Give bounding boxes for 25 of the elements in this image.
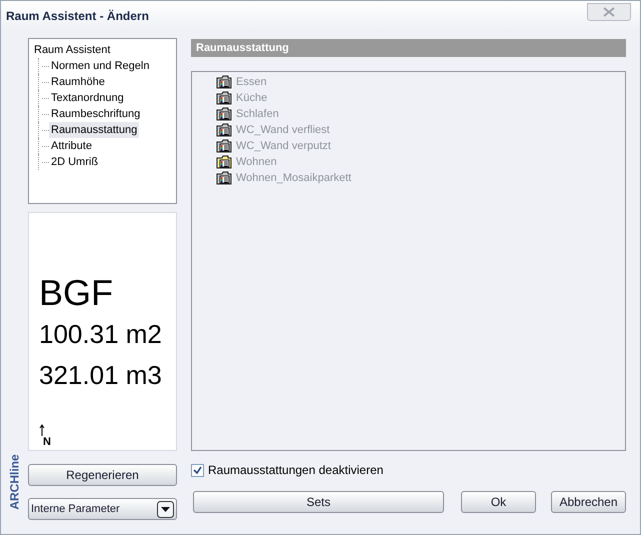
preview-text: BGF [39, 273, 114, 313]
tree-item[interactable]: Normen und Regeln [49, 58, 152, 74]
section-header: Raumausstattung [191, 39, 626, 57]
checkbox-label: Raumausstattungen deaktivieren [208, 462, 384, 479]
tree-root[interactable]: Raum Assistent [34, 42, 176, 58]
brand-label: ARCHline [6, 454, 22, 510]
north-label: N [43, 436, 51, 448]
tree-item[interactable]: Textanordnung [49, 90, 126, 106]
checkbox[interactable] [191, 464, 204, 476]
tree-item[interactable]: Raumbeschriftung [49, 106, 142, 122]
sets-button[interactable]: Sets [193, 491, 444, 513]
tree-item[interactable]: 2D Umriß [49, 154, 100, 170]
parameter-dropdown[interactable]: Interne Parameter [28, 498, 177, 520]
regenerate-button[interactable]: Regenerieren [28, 464, 177, 486]
close-icon [603, 7, 615, 17]
tree-item[interactable]: Raumausstattung [49, 122, 140, 138]
tree-item[interactable]: Raumhöhe [49, 74, 107, 90]
window-title: Raum Assistent - Ändern [6, 8, 149, 25]
ok-button[interactable]: Ok [461, 491, 536, 513]
preview-text: 321.01 m3 [39, 359, 163, 392]
preview-text: 100.31 m2 [39, 318, 163, 351]
check-icon [193, 466, 202, 474]
tree-item[interactable]: Attribute [49, 138, 94, 154]
cancel-button[interactable]: Abbrechen [551, 491, 626, 513]
north-arrow-icon [39, 424, 45, 436]
